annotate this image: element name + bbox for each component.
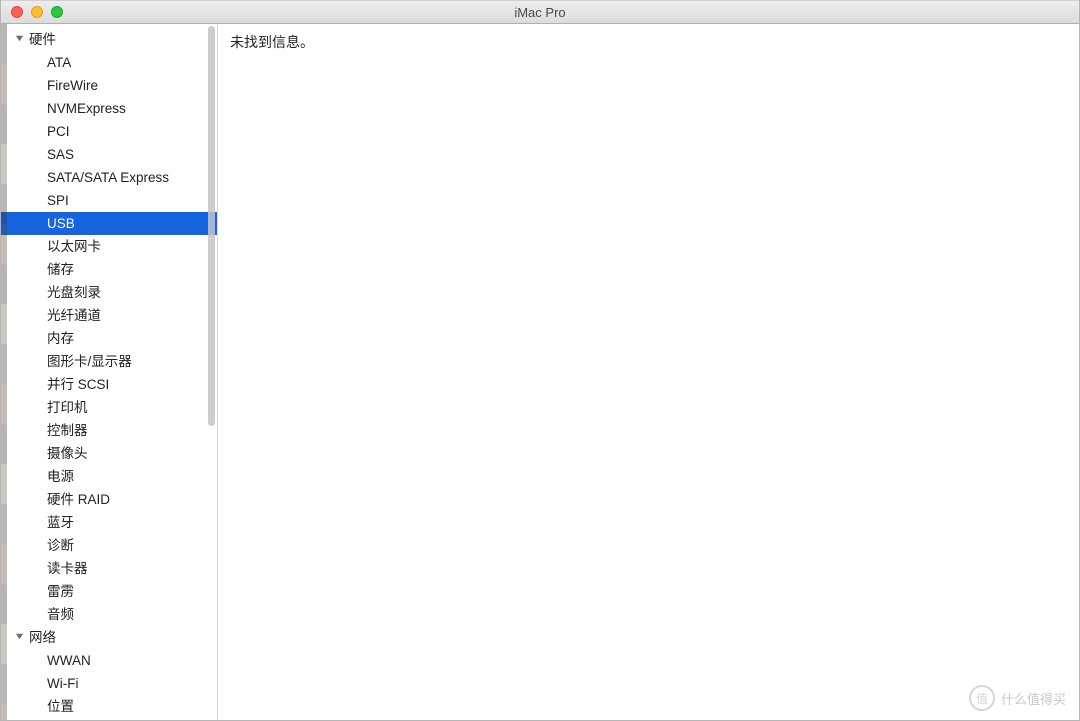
sidebar-scrollbar[interactable] bbox=[208, 26, 215, 426]
sidebar-group-label: 网络 bbox=[29, 630, 56, 645]
window-controls bbox=[1, 6, 63, 18]
sidebar-item[interactable]: 图形卡/显示器 bbox=[1, 350, 217, 373]
sidebar-item[interactable]: SAS bbox=[1, 143, 217, 166]
sidebar-item[interactable]: 打印机 bbox=[1, 396, 217, 419]
sidebar-item[interactable]: 光纤通道 bbox=[1, 304, 217, 327]
sidebar-item[interactable]: 诊断 bbox=[1, 534, 217, 557]
detail-message: 未找到信息。 bbox=[230, 32, 1067, 52]
window-body: 硬件 ATAFireWireNVMExpressPCISASSATA/SATA E… bbox=[1, 24, 1079, 720]
minimize-button[interactable] bbox=[31, 6, 43, 18]
sidebar-item[interactable]: 内存 bbox=[1, 327, 217, 350]
maximize-button[interactable] bbox=[51, 6, 63, 18]
left-edge-decoration bbox=[1, 24, 7, 720]
detail-pane: 未找到信息。 bbox=[218, 24, 1079, 720]
sidebar-item[interactable]: 音频 bbox=[1, 603, 217, 626]
disclosure-triangle-icon[interactable] bbox=[15, 632, 24, 641]
sidebar-item[interactable]: 储存 bbox=[1, 258, 217, 281]
sidebar-list[interactable]: 硬件 ATAFireWireNVMExpressPCISASSATA/SATA E… bbox=[1, 24, 217, 720]
sidebar-item[interactable]: Wi-Fi bbox=[1, 672, 217, 695]
sidebar-item[interactable]: FireWire bbox=[1, 74, 217, 97]
close-button[interactable] bbox=[11, 6, 23, 18]
sidebar-item[interactable]: 电源 bbox=[1, 465, 217, 488]
sidebar-item[interactable]: WWAN bbox=[1, 649, 217, 672]
sidebar-item[interactable]: SPI bbox=[1, 189, 217, 212]
sidebar-item[interactable]: 雷雳 bbox=[1, 580, 217, 603]
sidebar-item[interactable]: 光盘刻录 bbox=[1, 281, 217, 304]
sidebar-item[interactable]: 并行 SCSI bbox=[1, 373, 217, 396]
sidebar-item[interactable]: 蓝牙 bbox=[1, 511, 217, 534]
system-info-window: iMac Pro 硬件 ATAFireWireNVMExpressPCISASSA… bbox=[0, 0, 1080, 721]
sidebar-item[interactable]: 以太网卡 bbox=[1, 235, 217, 258]
sidebar-item[interactable]: 位置 bbox=[1, 695, 217, 718]
sidebar-group-label: 硬件 bbox=[29, 32, 56, 47]
titlebar: iMac Pro bbox=[1, 0, 1079, 24]
sidebar-item[interactable]: USB bbox=[1, 212, 217, 235]
sidebar-item[interactable]: 硬件 RAID bbox=[1, 488, 217, 511]
sidebar-group-header[interactable]: 网络 bbox=[1, 626, 217, 649]
sidebar-item[interactable]: 控制器 bbox=[1, 419, 217, 442]
disclosure-triangle-icon[interactable] bbox=[15, 34, 24, 43]
sidebar-group-header[interactable]: 硬件 bbox=[1, 28, 217, 51]
sidebar: 硬件 ATAFireWireNVMExpressPCISASSATA/SATA E… bbox=[1, 24, 218, 720]
sidebar-item[interactable]: SATA/SATA Express bbox=[1, 166, 217, 189]
window-title: iMac Pro bbox=[1, 5, 1079, 20]
sidebar-item[interactable]: 读卡器 bbox=[1, 557, 217, 580]
sidebar-item[interactable]: PCI bbox=[1, 120, 217, 143]
sidebar-item[interactable]: ATA bbox=[1, 51, 217, 74]
sidebar-item[interactable]: NVMExpress bbox=[1, 97, 217, 120]
sidebar-item[interactable]: 摄像头 bbox=[1, 442, 217, 465]
